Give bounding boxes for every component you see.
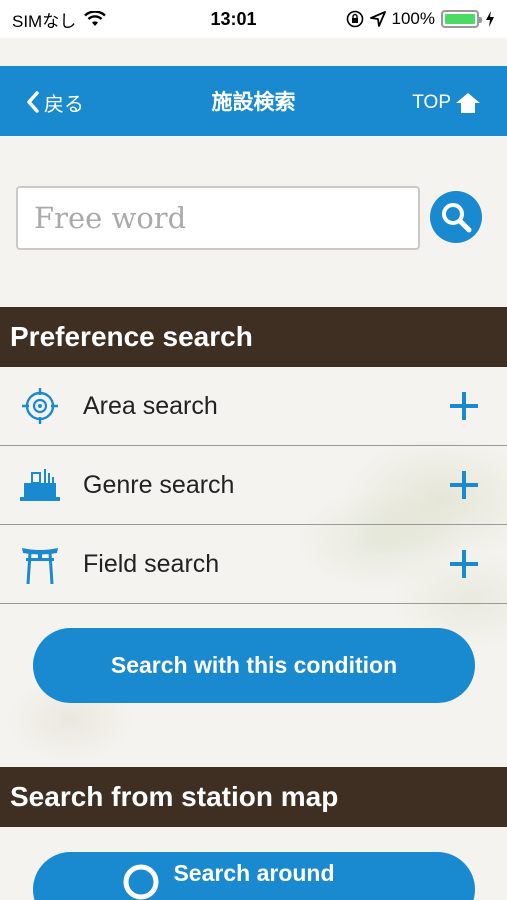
- genre-search-row[interactable]: Genre search: [0, 446, 507, 525]
- target-icon: [18, 384, 62, 428]
- search-with-condition-button[interactable]: Search with this condition: [33, 628, 475, 703]
- top-button[interactable]: TOP: [412, 92, 481, 114]
- expand-plus-icon[interactable]: [447, 468, 481, 502]
- area-search-label: Area search: [83, 391, 218, 420]
- free-word-input[interactable]: [16, 186, 420, 250]
- nav-bar: 戻る 施設検索 TOP: [0, 66, 507, 136]
- expand-plus-icon[interactable]: [447, 547, 481, 581]
- station-map-header: Search from station map: [0, 767, 507, 827]
- rotation-lock-icon: [346, 10, 363, 28]
- building-icon: [18, 463, 62, 507]
- wifi-icon: [84, 11, 107, 26]
- status-bar: SIMなし 13:01 100%: [0, 0, 507, 38]
- field-search-label: Field search: [83, 549, 220, 578]
- location-icon: [369, 11, 386, 27]
- expand-plus-icon[interactable]: [447, 389, 481, 423]
- search-button[interactable]: [430, 191, 482, 243]
- area-search-row[interactable]: Area search: [0, 367, 507, 446]
- home-icon: [456, 93, 480, 113]
- carrier-label: SIMなし: [12, 11, 77, 31]
- preference-search-header: Preference search: [0, 307, 507, 367]
- search-around-button[interactable]: Search around: [33, 852, 475, 900]
- field-search-row[interactable]: Field search: [0, 525, 507, 604]
- search-icon: [442, 203, 472, 233]
- search-around-label: Search around: [173, 860, 335, 886]
- battery-icon: [440, 10, 482, 28]
- genre-search-label: Genre search: [83, 470, 235, 499]
- top-label: TOP: [412, 92, 451, 113]
- battery-percent: 100%: [391, 9, 435, 28]
- clock: 13:01: [210, 8, 257, 29]
- charging-icon: [485, 11, 494, 27]
- torii-icon: [18, 542, 62, 586]
- search-with-condition-label: Search with this condition: [110, 652, 398, 678]
